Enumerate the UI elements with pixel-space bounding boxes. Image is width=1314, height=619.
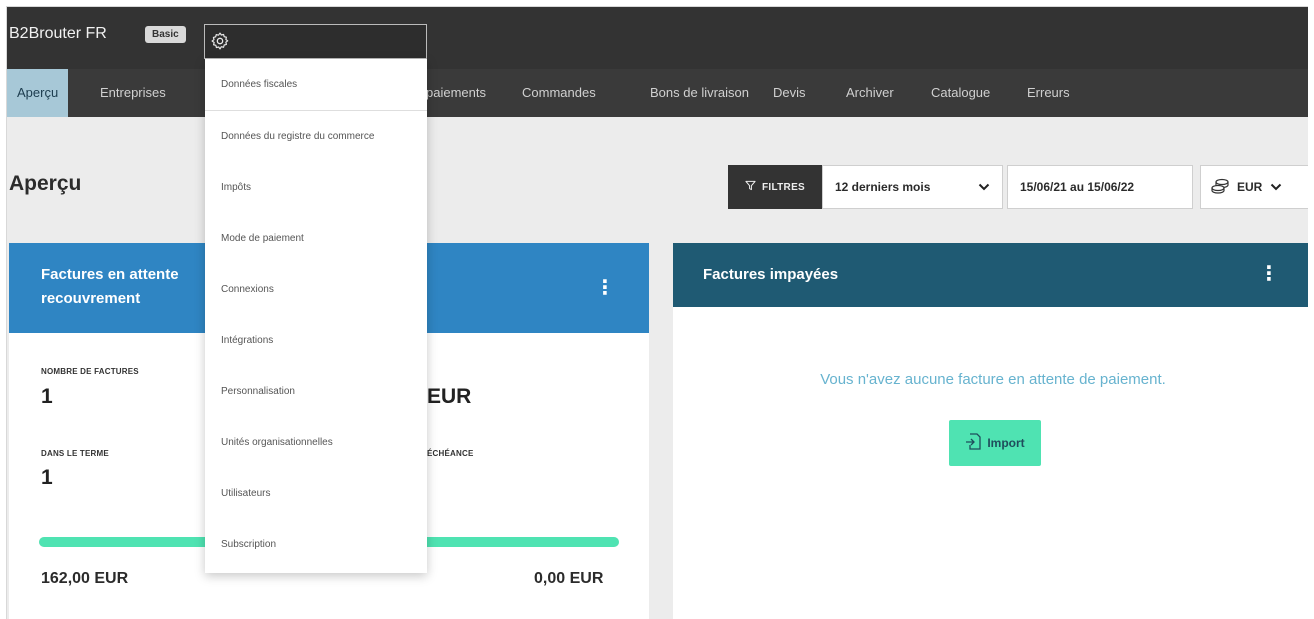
import-label: Import	[987, 436, 1025, 450]
period-select[interactable]: 12 derniers mois	[822, 165, 1003, 209]
menu-item-impots[interactable]: Impôts	[221, 182, 251, 193]
menu-divider	[205, 110, 427, 111]
total-amount-value: EUR	[427, 385, 472, 408]
overdue-label: ÉCHÉANCE	[427, 449, 474, 458]
menu-item-mode-de-paiement[interactable]: Mode de paiement	[221, 233, 304, 244]
gear-icon	[210, 31, 230, 56]
import-button[interactable]: Import	[949, 420, 1041, 466]
filters-label: FILTRES	[761, 181, 806, 193]
menu-item-unites-organisationnelles[interactable]: Unités organisationnelles	[221, 437, 333, 448]
app-window: B2Brouter FR Basic Aperçu Entreprises pa…	[6, 6, 1308, 619]
file-import-icon	[965, 432, 981, 454]
amount-overdue: 0,00 EUR	[534, 570, 604, 587]
nav-item-commandes[interactable]: Commandes	[512, 69, 606, 117]
nav-item-entreprises[interactable]: Entreprises	[90, 69, 176, 117]
menu-item-donnees-fiscales[interactable]: Données fiscales	[221, 79, 297, 90]
in-term-label: DANS LE TERME	[41, 449, 109, 458]
nav-item-archiver[interactable]: Archiver	[836, 69, 904, 117]
page-title: Aperçu	[9, 172, 82, 195]
pending-card-title-line2: recouvrement	[41, 290, 141, 307]
date-range-field[interactable]: 15/06/21 au 15/06/22	[1007, 165, 1193, 209]
nav-item-bons-de-livraison[interactable]: Bons de livraison	[640, 69, 759, 117]
coins-icon	[1211, 178, 1229, 197]
menu-item-personnalisation[interactable]: Personnalisation	[221, 386, 295, 397]
menu-item-integrations[interactable]: Intégrations	[221, 335, 273, 346]
unpaid-invoices-card: Factures impayées ⋮ Vous n'avez aucune f…	[673, 243, 1308, 619]
brand-name[interactable]: B2Brouter FR	[9, 25, 107, 43]
invoice-count-value: 1	[41, 385, 53, 408]
filter-icon	[745, 180, 756, 194]
menu-item-subscription[interactable]: Subscription	[221, 539, 276, 550]
chevron-down-icon	[1270, 180, 1282, 194]
unpaid-card-header: Factures impayées ⋮	[673, 243, 1308, 307]
pending-card-title-line1: Factures en attente	[41, 266, 179, 283]
in-term-value: 1	[41, 466, 53, 489]
chevron-down-icon	[978, 180, 990, 194]
kebab-menu-icon[interactable]: ⋮	[595, 277, 615, 299]
menu-item-connexions[interactable]: Connexions	[221, 284, 274, 295]
plan-badge: Basic	[145, 26, 186, 43]
settings-dropdown-menu: Données fiscales Données du registre du …	[205, 59, 427, 573]
unpaid-card-title: Factures impayées	[703, 266, 839, 283]
settings-menu-trigger[interactable]	[204, 24, 427, 59]
amount-in-term: 162,00 EUR	[41, 570, 129, 587]
nav-item-erreurs[interactable]: Erreurs	[1017, 69, 1080, 117]
main-nav: Aperçu Entreprises paiements Commandes B…	[7, 69, 1308, 117]
menu-item-registre-commerce[interactable]: Données du registre du commerce	[221, 131, 374, 142]
nav-item-apercu[interactable]: Aperçu	[7, 69, 69, 117]
nav-item-catalogue[interactable]: Catalogue	[921, 69, 1000, 117]
nav-item-devis[interactable]: Devis	[763, 69, 816, 117]
currency-value: EUR	[1237, 180, 1263, 194]
top-bar: B2Brouter FR Basic	[7, 7, 1308, 69]
nav-item-paiements[interactable]: paiements	[416, 69, 496, 117]
filters-button[interactable]: FILTRES	[728, 165, 822, 209]
menu-item-utilisateurs[interactable]: Utilisateurs	[221, 488, 270, 499]
kebab-menu-icon[interactable]: ⋮	[1259, 263, 1279, 285]
empty-state-message: Vous n'avez aucune facture en attente de…	[820, 371, 1166, 388]
date-range-value: 15/06/21 au 15/06/22	[1020, 180, 1135, 194]
period-value: 12 derniers mois	[835, 180, 931, 194]
currency-select[interactable]: EUR	[1200, 165, 1308, 209]
invoice-count-label: NOMBRE DE FACTURES	[41, 367, 139, 376]
